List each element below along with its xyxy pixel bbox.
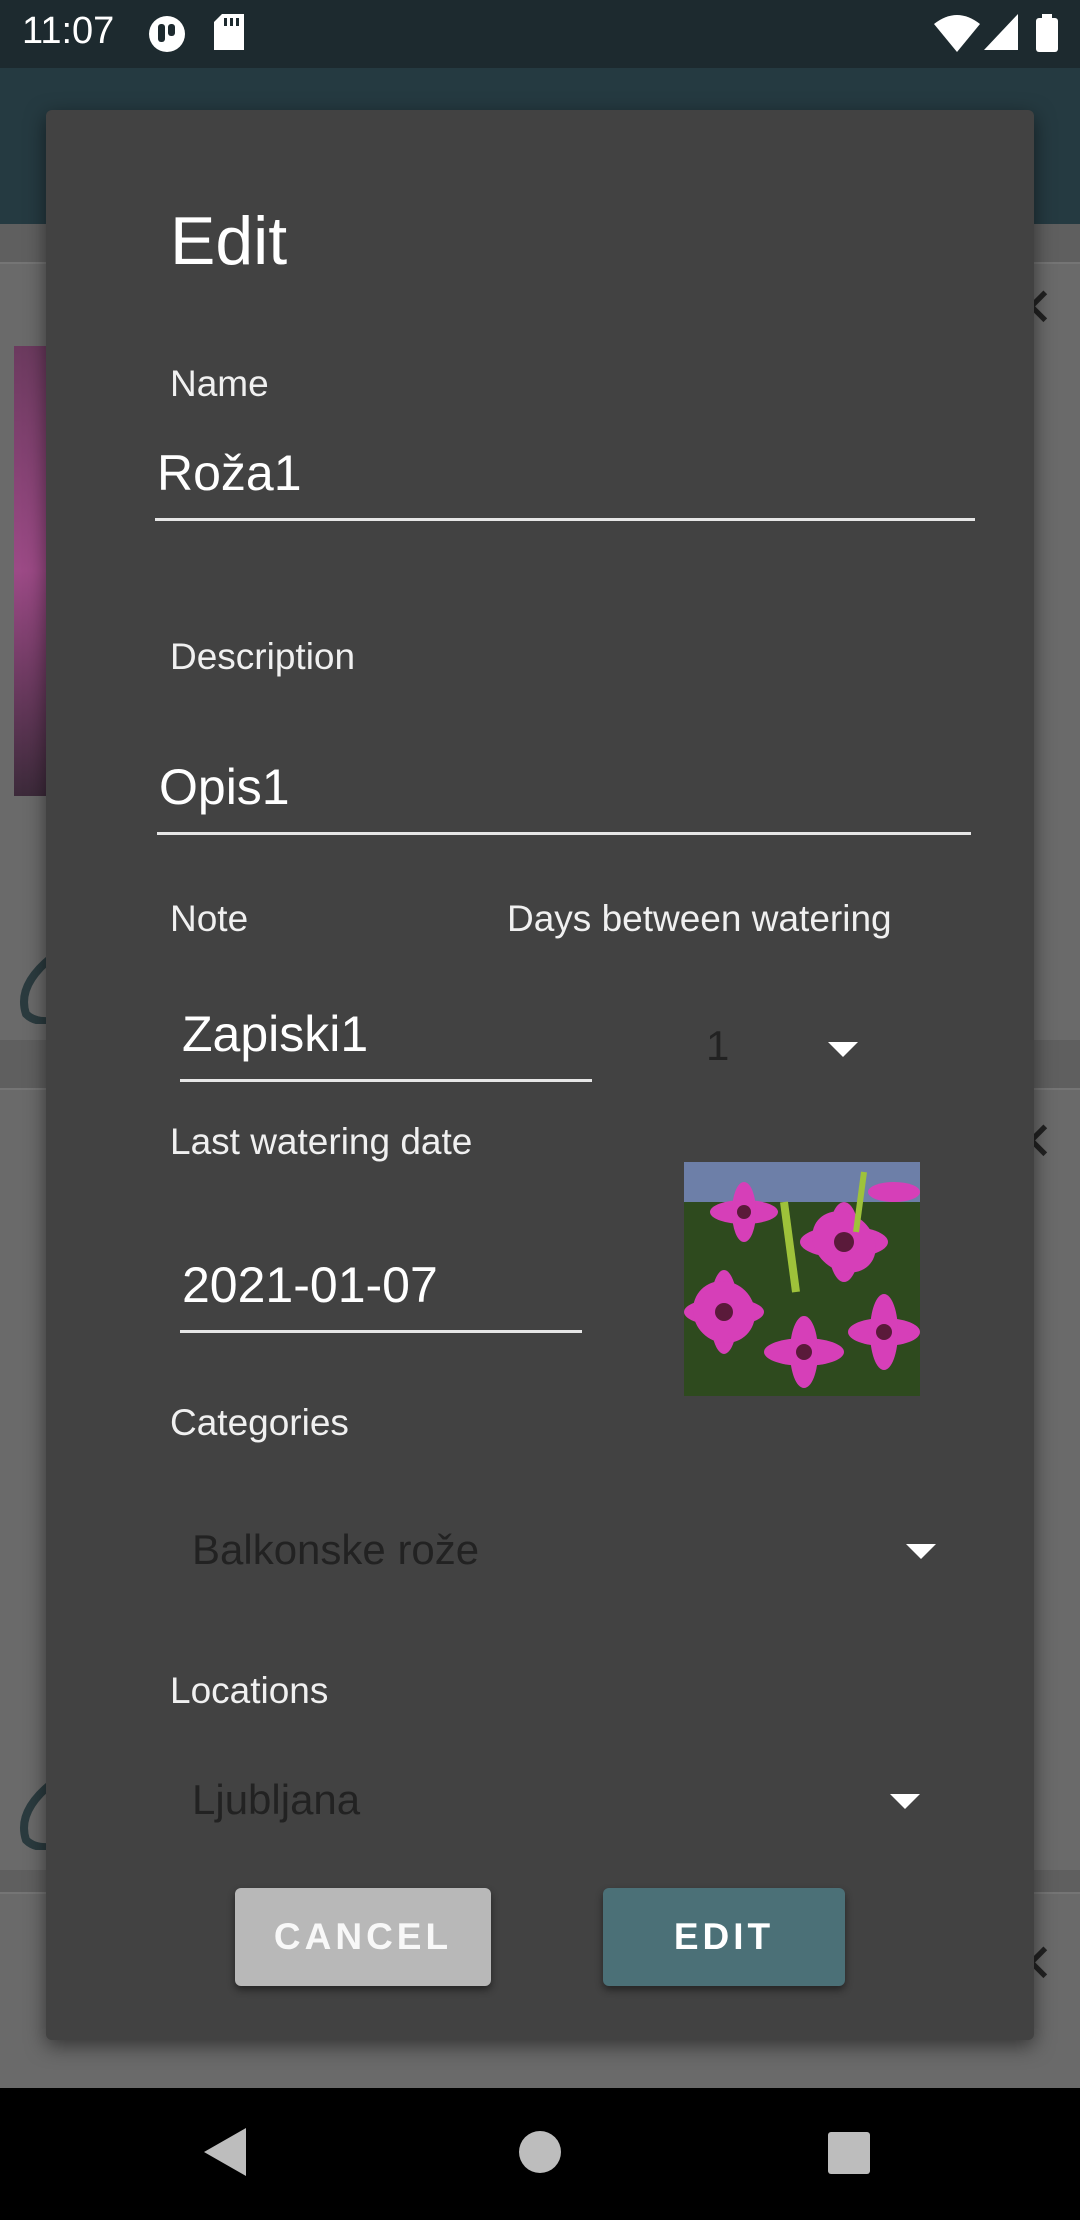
back-icon[interactable] xyxy=(204,2128,246,2176)
navigation-bar xyxy=(0,2088,1080,2220)
cancel-button[interactable]: CANCEL xyxy=(235,1888,491,1986)
name-label: Name xyxy=(170,363,269,404)
last-watering-label: Last watering date xyxy=(170,1121,473,1162)
status-bar: 11:07 xyxy=(0,0,1080,68)
last-watering-value: 2021-01-07 xyxy=(182,1257,438,1313)
edit-dialog: Edit Name Roža1 Description Opis1 Note D… xyxy=(46,110,1034,2040)
dropdown-arrow-icon xyxy=(828,1042,858,1057)
categories-label: Categories xyxy=(170,1402,349,1443)
description-field[interactable]: Opis1 xyxy=(157,759,971,835)
edit-button[interactable]: EDIT xyxy=(603,1888,845,1986)
last-watering-field[interactable]: 2021-01-07 xyxy=(180,1257,582,1333)
days-value: 1 xyxy=(706,1022,730,1069)
app-status-icon xyxy=(149,16,185,52)
categories-spinner[interactable]: Balkonske rože xyxy=(176,1510,966,1590)
note-field[interactable]: Zapiski1 xyxy=(180,1006,592,1082)
signal-icon xyxy=(984,14,1018,50)
status-time: 11:07 xyxy=(22,10,115,52)
categories-value: Balkonske rože xyxy=(192,1526,480,1573)
plant-photo[interactable] xyxy=(684,1162,920,1396)
dropdown-arrow-icon xyxy=(906,1544,936,1559)
description-label: Description xyxy=(170,636,356,677)
note-value: Zapiski1 xyxy=(182,1006,369,1062)
locations-spinner[interactable]: Ljubljana xyxy=(176,1760,966,1840)
dialog-title: Edit xyxy=(170,203,288,279)
locations-value: Ljubljana xyxy=(192,1776,361,1823)
battery-icon xyxy=(1036,14,1058,52)
note-label: Note xyxy=(170,898,249,939)
recents-icon[interactable] xyxy=(828,2132,870,2174)
description-value: Opis1 xyxy=(159,759,290,815)
home-icon[interactable] xyxy=(518,2130,562,2174)
name-value: Roža1 xyxy=(157,445,302,501)
name-field[interactable]: Roža1 xyxy=(155,445,975,521)
locations-label: Locations xyxy=(170,1670,329,1711)
dropdown-arrow-icon xyxy=(890,1794,920,1809)
sd-card-icon xyxy=(214,14,244,50)
wifi-icon xyxy=(934,15,980,52)
days-label: Days between watering xyxy=(507,898,892,939)
days-spinner[interactable]: 1 xyxy=(706,1010,926,1090)
